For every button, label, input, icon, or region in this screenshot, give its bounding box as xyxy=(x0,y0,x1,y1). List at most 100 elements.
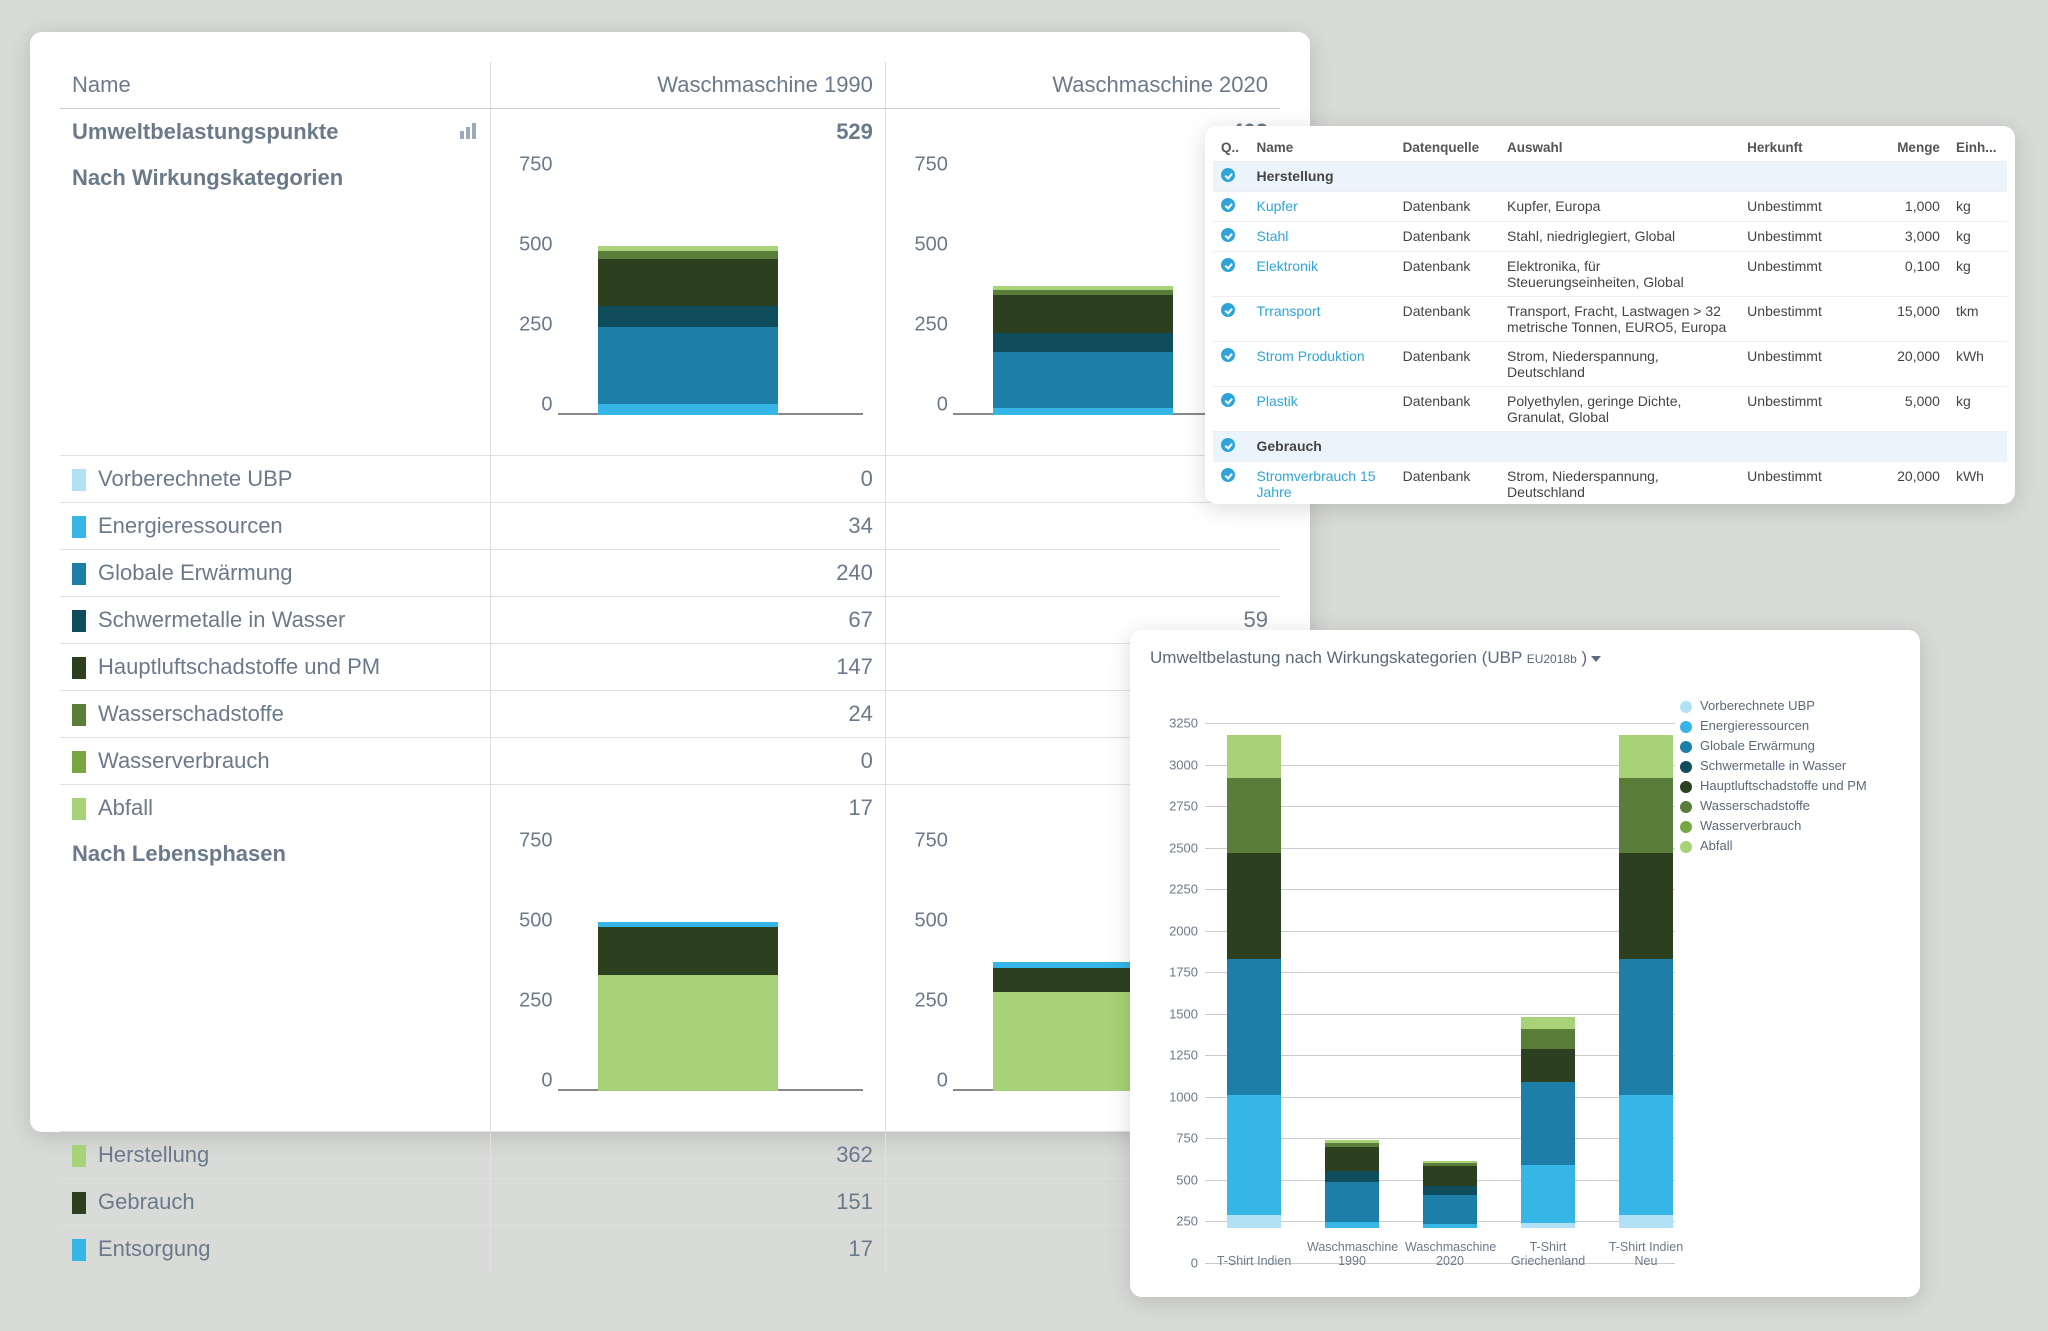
legend-item[interactable]: Schwermetalle in Wasser xyxy=(1680,758,1890,773)
category-chart: Vorberechnete UBP Energieressourcen Global… xyxy=(1150,678,1900,1268)
bar-segment[interactable] xyxy=(993,408,1173,415)
table-row[interactable]: Energieressourcen34 xyxy=(60,503,1280,550)
legend-item[interactable]: Globale Erwärmung xyxy=(1680,738,1890,753)
col-header-product-1[interactable]: Waschmaschine 1990 xyxy=(490,62,885,109)
legend-swatch xyxy=(72,657,86,679)
bar-segment[interactable] xyxy=(1521,1165,1575,1223)
material-link[interactable]: Elektronik xyxy=(1249,252,1395,297)
col-header-einheit[interactable]: Einh... xyxy=(1948,134,2007,162)
bar-segment[interactable] xyxy=(1227,778,1281,853)
material-link[interactable]: Trransport xyxy=(1249,297,1395,342)
bar-segment[interactable] xyxy=(1423,1195,1477,1224)
material-link[interactable]: Stahl xyxy=(1249,222,1395,252)
table-row[interactable]: Stahl Datenbank Stahl, niedriglegiert, G… xyxy=(1213,222,2007,252)
bar-segment[interactable] xyxy=(1423,1166,1477,1186)
table-row[interactable]: Herstellung362 xyxy=(60,1132,1280,1179)
col-header-status[interactable]: Q.. xyxy=(1213,134,1249,162)
group-row[interactable]: Gebrauch xyxy=(1213,432,2007,462)
bar-column[interactable] xyxy=(1619,735,1673,1228)
col-header-datenquelle[interactable]: Datenquelle xyxy=(1395,134,1499,162)
bar-segment[interactable] xyxy=(993,352,1173,408)
bar-segment[interactable] xyxy=(1227,853,1281,959)
bar-segment[interactable] xyxy=(1227,735,1281,778)
bar-segment[interactable] xyxy=(1619,778,1673,853)
x-axis-label: T-Shirt Indien xyxy=(1209,1254,1299,1268)
material-link[interactable]: Strom Produktion xyxy=(1249,342,1395,387)
legend-item[interactable]: Abfall xyxy=(1680,838,1890,853)
legend-swatch xyxy=(72,563,86,585)
table-row[interactable]: Kupfer Datenbank Kupfer, Europa Unbestim… xyxy=(1213,192,2007,222)
bar-segment[interactable] xyxy=(598,259,778,306)
bar-segment[interactable] xyxy=(1227,1215,1281,1228)
table-row[interactable]: Vorberechnete UBP0 xyxy=(60,456,1280,503)
bar-segment[interactable] xyxy=(598,327,778,404)
bar-segment[interactable] xyxy=(1619,853,1673,959)
bar-segment[interactable] xyxy=(1325,1182,1379,1222)
bar-segment[interactable] xyxy=(1521,1049,1575,1082)
bar-segment[interactable] xyxy=(1619,735,1673,778)
table-row[interactable]: Entsorgung17 xyxy=(60,1226,1280,1273)
table-row[interactable]: Wasserschadstoffe2416 xyxy=(60,691,1280,738)
check-icon xyxy=(1221,303,1235,317)
col-header-name[interactable]: Name xyxy=(60,62,490,109)
table-row[interactable]: Plastik Datenbank Polyethylen, geringe D… xyxy=(1213,387,2007,432)
table-row[interactable]: Abfall17 xyxy=(60,785,1280,832)
col-header-name[interactable]: Name xyxy=(1249,134,1395,162)
bar-segment[interactable] xyxy=(1325,1222,1379,1228)
bar-column[interactable] xyxy=(1325,1140,1379,1228)
x-axis-label: T-Shirt Griechenland xyxy=(1503,1240,1593,1268)
chart-icon[interactable] xyxy=(460,119,478,145)
bar-segment[interactable] xyxy=(1325,1147,1379,1171)
bar-segment[interactable] xyxy=(993,295,1173,333)
table-row[interactable]: Trransport Datenbank Transport, Fracht, … xyxy=(1213,297,2007,342)
legend-item[interactable]: Hauptluftschadstoffe und PM xyxy=(1680,778,1890,793)
table-row[interactable]: Strom Produktion Datenbank Strom, Nieder… xyxy=(1213,342,2007,387)
bar-segment[interactable] xyxy=(1423,1186,1477,1196)
col-header-menge[interactable]: Menge xyxy=(1844,134,1948,162)
material-link[interactable]: Stromverbrauch 15 Jahre xyxy=(1249,462,1395,505)
group-row[interactable]: Herstellung xyxy=(1213,162,2007,192)
bar-segment[interactable] xyxy=(993,333,1173,352)
table-row[interactable]: Gebrauch151 xyxy=(60,1179,1280,1226)
bar-segment[interactable] xyxy=(1227,959,1281,1095)
legend-item[interactable]: Vorberechnete UBP xyxy=(1680,698,1890,713)
bar-segment[interactable] xyxy=(1521,1082,1575,1165)
bar-segment[interactable] xyxy=(1619,1215,1673,1228)
bar-segment[interactable] xyxy=(1325,1171,1379,1182)
bar-segment[interactable] xyxy=(598,251,778,259)
legend-swatch xyxy=(1680,781,1692,793)
col-header-auswahl[interactable]: Auswahl xyxy=(1499,134,1739,162)
bar-segment[interactable] xyxy=(1521,1017,1575,1029)
bar-segment[interactable] xyxy=(598,306,778,327)
table-row[interactable]: Stromverbrauch 15 Jahre Datenbank Strom,… xyxy=(1213,462,2007,505)
bar-segment[interactable] xyxy=(598,404,778,415)
table-row[interactable]: Schwermetalle in Wasser6759 xyxy=(60,597,1280,644)
bar-column[interactable] xyxy=(1227,735,1281,1228)
bar-segment[interactable] xyxy=(1619,1095,1673,1215)
table-row[interactable]: Wasserverbrauch0 xyxy=(60,738,1280,785)
table-row[interactable]: Elektronik Datenbank Elektronika, für St… xyxy=(1213,252,2007,297)
bar-column[interactable] xyxy=(1423,1161,1477,1228)
col-header-herkunft[interactable]: Herkunft xyxy=(1739,134,1843,162)
bar-segment[interactable] xyxy=(1521,1223,1575,1228)
bar-column[interactable] xyxy=(1521,1017,1575,1228)
table-row[interactable]: Globale Erwärmung240 xyxy=(60,550,1280,597)
check-icon xyxy=(1221,438,1235,452)
legend-item[interactable]: Wasserschadstoffe xyxy=(1680,798,1890,813)
bar-segment[interactable] xyxy=(598,975,778,1091)
legend-item[interactable]: Energieressourcen xyxy=(1680,718,1890,733)
material-link[interactable]: Kupfer xyxy=(1249,192,1395,222)
ubp-total-row[interactable]: Umweltbelastungspunkte 529402 xyxy=(60,109,1280,156)
col-header-product-2[interactable]: Waschmaschine 2020 xyxy=(885,62,1280,109)
material-link[interactable]: Plastik xyxy=(1249,387,1395,432)
bar-segment[interactable] xyxy=(1227,1095,1281,1215)
bar-segment[interactable] xyxy=(598,927,778,975)
legend-swatch xyxy=(1680,841,1692,853)
legend-item[interactable]: Wasserverbrauch xyxy=(1680,818,1890,833)
legend-swatch xyxy=(1680,761,1692,773)
table-row[interactable]: Hauptluftschadstoffe und PM147119 xyxy=(60,644,1280,691)
bar-segment[interactable] xyxy=(1423,1224,1477,1228)
bar-segment[interactable] xyxy=(1619,959,1673,1095)
chart-title[interactable]: Umweltbelastung nach Wirkungskategorien … xyxy=(1150,648,1900,668)
bar-segment[interactable] xyxy=(1521,1029,1575,1049)
